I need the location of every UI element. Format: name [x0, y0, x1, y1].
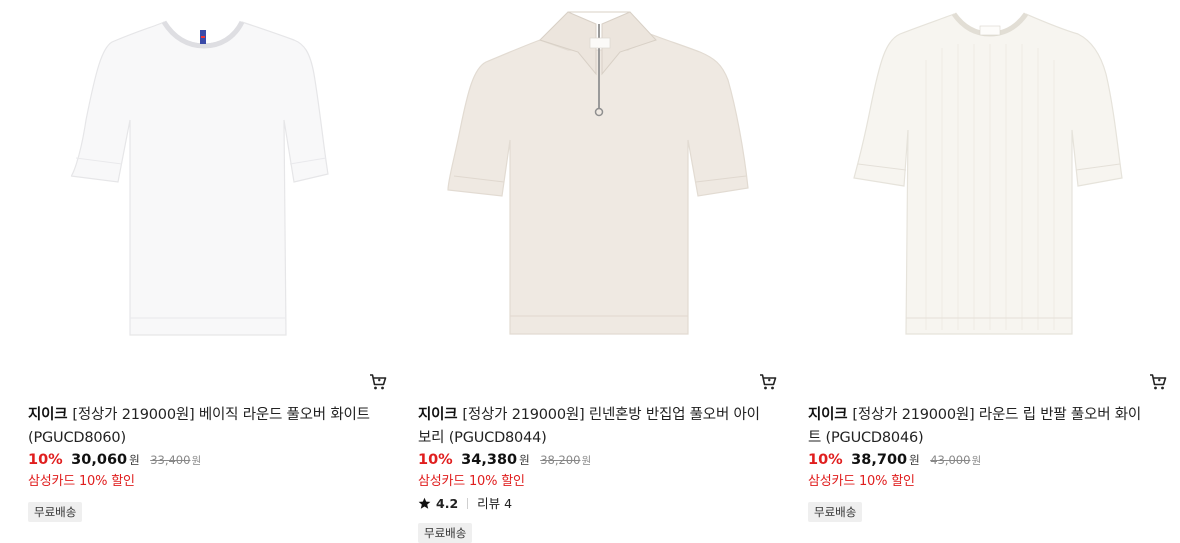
free-shipping-badge: 무료배송: [808, 502, 863, 522]
rating-row[interactable]: 4.2 리뷰 4: [418, 493, 512, 512]
discount-rate: 10%: [808, 452, 843, 468]
product-name: [정상가 219000원] 린넨혼방 반집업 풀오버 아이보리 (PGUCD80…: [418, 407, 760, 446]
brand-name: 지이크: [28, 407, 68, 423]
brand-name: 지이크: [808, 407, 848, 423]
price-row: 10% 34,380 원 38,200원: [418, 452, 591, 472]
rib-tshirt-image-icon: [853, 12, 1123, 335]
original-price: 43,000: [930, 453, 971, 467]
cart-icon[interactable]: [1149, 373, 1167, 391]
divider: [467, 498, 469, 509]
sale-price: 30,060: [71, 452, 128, 468]
price-unit: 원: [519, 453, 530, 467]
star-icon: [418, 497, 431, 509]
review-count[interactable]: 리뷰 4: [477, 496, 512, 511]
free-shipping-badge: 무료배송: [28, 502, 83, 522]
product-image[interactable]: [418, 0, 782, 362]
card-promo: 삼성카드 10% 할인: [808, 474, 915, 489]
product-card[interactable]: 지이크 [정상가 219000원] 라운드 립 반팔 풀오버 화이트 (PGUCD…: [808, 0, 1172, 537]
product-name: [정상가 219000원] 베이직 라운드 풀오버 화이트 (PGUCD8060…: [28, 407, 370, 446]
cart-icon[interactable]: [759, 373, 777, 391]
product-title[interactable]: 지이크 [정상가 219000원] 베이직 라운드 풀오버 화이트 (PGUCD8…: [28, 404, 374, 450]
tshirt-image-icon: [70, 20, 329, 336]
original-price-unit: 원: [581, 455, 592, 467]
discount-rate: 10%: [418, 452, 453, 468]
product-name: [정상가 219000원] 라운드 립 반팔 풀오버 화이트 (PGUCD804…: [808, 407, 1142, 446]
cart-icon[interactable]: [369, 373, 387, 391]
sale-price: 38,700: [851, 452, 908, 468]
price-row: 10% 38,700 원 43,000원: [808, 452, 981, 472]
product-image[interactable]: [808, 0, 1172, 362]
brand-name: 지이크: [418, 407, 458, 423]
free-shipping-badge: 무료배송: [418, 523, 473, 543]
product-title[interactable]: 지이크 [정상가 219000원] 라운드 립 반팔 풀오버 화이트 (PGUCD…: [808, 404, 1154, 450]
half-zip-knit-image-icon: [447, 11, 749, 335]
discount-rate: 10%: [28, 452, 63, 468]
product-grid: 지이크 [정상가 219000원] 베이직 라운드 풀오버 화이트 (PGUCD8…: [0, 0, 1180, 543]
price-row: 10% 30,060 원 33,400원: [28, 452, 201, 472]
rating-score: 4.2: [436, 496, 459, 511]
product-title[interactable]: 지이크 [정상가 219000원] 린넨혼방 반집업 풀오버 아이보리 (PGUC…: [418, 404, 764, 450]
original-price: 33,400: [150, 453, 191, 467]
price-unit: 원: [909, 453, 920, 467]
product-card[interactable]: 지이크 [정상가 219000원] 베이직 라운드 풀오버 화이트 (PGUCD8…: [28, 0, 392, 537]
original-price: 38,200: [540, 453, 581, 467]
product-image[interactable]: [28, 0, 392, 362]
original-price-unit: 원: [191, 455, 202, 467]
original-price-unit: 원: [971, 455, 982, 467]
product-card[interactable]: 지이크 [정상가 219000원] 린넨혼방 반집업 풀오버 아이보리 (PGUC…: [418, 0, 782, 543]
card-promo: 삼성카드 10% 할인: [418, 474, 525, 489]
sale-price: 34,380: [461, 452, 518, 468]
price-unit: 원: [129, 453, 140, 467]
card-promo: 삼성카드 10% 할인: [28, 474, 135, 489]
